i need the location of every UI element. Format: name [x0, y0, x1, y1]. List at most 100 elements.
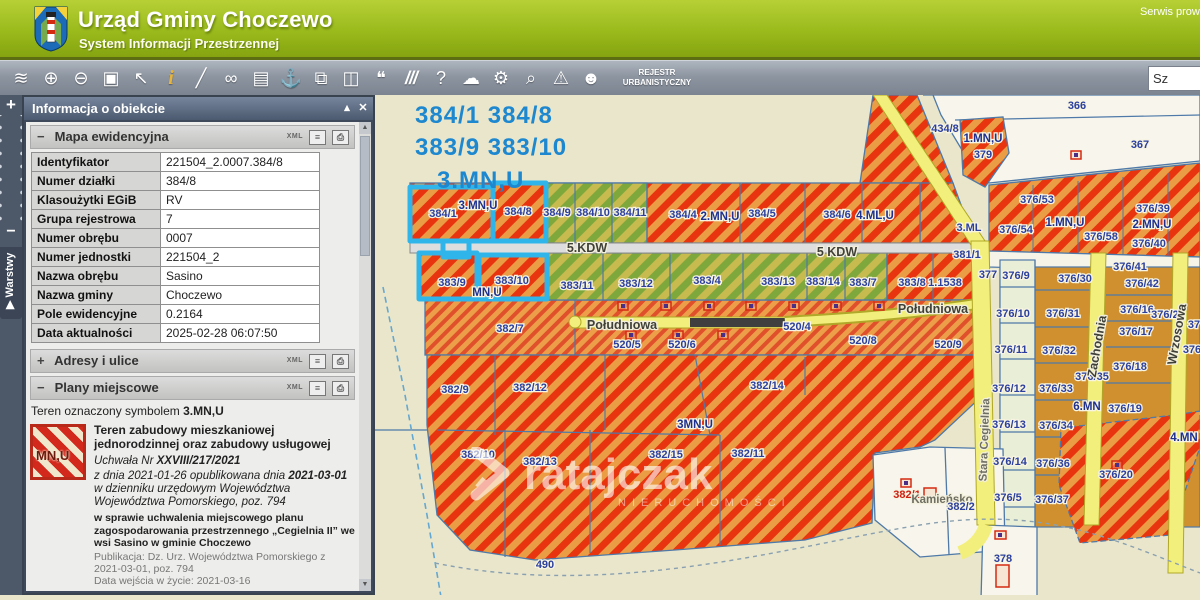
zone-label: 4.ML,U: [856, 210, 894, 222]
parcel-label: 376/9: [1002, 270, 1030, 282]
app-header: Urząd Gminy Choczewo System Informacji P…: [0, 0, 1200, 60]
scroll-up-icon[interactable]: ▲: [359, 122, 371, 134]
zoom-in-icon[interactable]: ⊕: [36, 63, 66, 93]
section-map-registry[interactable]: − Mapa ewidencyjna XML ≡ ⎙: [30, 125, 355, 149]
zoom-out-icon[interactable]: ⊖: [66, 63, 96, 93]
dock-collapse-button[interactable]: −: [0, 225, 22, 239]
parcel-label: 378: [994, 553, 1012, 565]
section-title: Plany miejscowe: [55, 380, 159, 395]
parcel-label: 383/13: [761, 276, 795, 288]
road-5kdw[interactable]: [410, 243, 973, 253]
parcel-label: 379: [974, 149, 992, 161]
parcel-label: 376/17: [1119, 326, 1153, 338]
plan-publication: Publikacja: Dz. Urz. Województwa Pomorsk…: [94, 551, 355, 575]
layout-icon[interactable]: ◫: [336, 63, 366, 93]
parcel-label: 520/5: [613, 339, 641, 351]
parcel-label: 376/54: [999, 224, 1034, 236]
parcel-label: 376/18: [1113, 361, 1147, 373]
link-icon[interactable]: ∞: [216, 63, 246, 93]
list-icon[interactable]: ≡: [309, 130, 326, 145]
xml-icon[interactable]: XML: [287, 126, 303, 148]
mnu-legend-swatch: MN,U: [30, 424, 86, 480]
info-icon[interactable]: i: [156, 63, 186, 93]
comment-icon[interactable]: ❝: [366, 63, 396, 93]
parcel-label: 520/8: [849, 335, 877, 347]
map-viewport[interactable]: 384/1 384/8383/9 383/103.MN,U384/13.MN,U…: [375, 95, 1200, 595]
parcel-label: 383/12: [619, 278, 653, 290]
table-row: Klasoużytki EGiBRV: [32, 191, 320, 210]
copy-view-icon[interactable]: ⧉: [306, 63, 336, 93]
layers-icon[interactable]: ≋: [6, 63, 36, 93]
feedback-icon[interactable]: ☻: [576, 63, 606, 93]
header-service-note: Serwis prowa: [1140, 6, 1200, 18]
parcel-label: 377: [979, 269, 997, 281]
print-icon[interactable]: ⎙: [332, 381, 349, 396]
xml-icon[interactable]: XML: [287, 377, 303, 399]
parcel-label: 382/2: [947, 501, 975, 513]
help-icon[interactable]: ?: [426, 63, 456, 93]
parcel-label: 376/13: [992, 419, 1026, 431]
layers-tab[interactable]: ▶ Warstwy: [0, 247, 22, 319]
search-input[interactable]: [1148, 66, 1200, 91]
parcel-label: 37: [1188, 319, 1200, 331]
measure-icon[interactable]: ╱: [186, 63, 216, 93]
parcel-label: 376/5: [994, 492, 1022, 504]
area-symbol-line: Teren oznaczony symbolem 3.MN,U: [31, 404, 355, 418]
pointer-icon[interactable]: ↖: [126, 63, 156, 93]
print-icon[interactable]: ⎙: [332, 130, 349, 145]
parcel-label: 434/8: [931, 123, 959, 135]
parcel-label: 382/13: [523, 456, 557, 468]
scroll-down-icon[interactable]: ▼: [359, 579, 371, 591]
panel-close-icon[interactable]: ✕: [355, 97, 371, 120]
list-icon[interactable]: ≡: [309, 354, 326, 369]
parcel-label: 384/9: [543, 207, 571, 219]
print-icon[interactable]: ⎙: [332, 354, 349, 369]
parcel-label: 376/30: [1058, 273, 1092, 285]
parcel-label: 382/10: [461, 449, 495, 461]
warning-icon[interactable]: ⚠: [546, 63, 576, 93]
parcel-label: 382/14: [750, 380, 785, 392]
urban-register-button[interactable]: REJESTR URBANISTYCZNY: [614, 68, 700, 88]
parcel-label: 376/31: [1046, 308, 1080, 320]
full-extent-icon[interactable]: ▣: [96, 63, 126, 93]
section-local-plans[interactable]: − Plany miejscowe XML ≡ ⎙: [30, 376, 355, 400]
parcel-label: 520/6: [668, 339, 696, 351]
panel-scrollbar[interactable]: ▲ ▼: [359, 122, 371, 591]
parcel-label: 383/8: [898, 277, 926, 289]
parcel-label: 384/1: [429, 208, 457, 220]
list-icon[interactable]: ≡: [309, 381, 326, 396]
panel-collapse-icon[interactable]: ▴: [339, 97, 355, 120]
panel-body: − Mapa ewidencyjna XML ≡ ⎙ Identyfikator…: [26, 122, 359, 591]
print-icon[interactable]: ▤: [246, 63, 276, 93]
measure-angle-icon[interactable]: ///: [396, 63, 426, 93]
zone-label: 4.MN: [1170, 432, 1197, 444]
choczewo-coat-of-arms: [34, 6, 68, 52]
parcel-label: 382/12: [513, 382, 547, 394]
parcel-label: 383/4: [693, 275, 721, 287]
settings-icon[interactable]: ⚙: [486, 63, 516, 93]
street-label: Południowa: [898, 302, 969, 316]
parcel-label: 383/9: [438, 277, 466, 289]
scrollbar-thumb[interactable]: [360, 136, 370, 256]
area-symbol: 3.MN,U: [183, 404, 224, 418]
xml-icon[interactable]: XML: [287, 350, 303, 372]
zone-label: 2.MN,U: [1133, 219, 1172, 231]
zone-label: 3MN,U: [677, 419, 713, 431]
panel-title: Informacja o obiekcie: [32, 101, 165, 116]
parcel-label: 384/8: [504, 206, 532, 218]
parcel-label: 376/19: [1108, 403, 1142, 415]
expand-icon[interactable]: +: [37, 350, 51, 372]
export-icon[interactable]: ⚓: [276, 63, 306, 93]
parcel-label: 384/11: [613, 207, 646, 219]
section-addresses[interactable]: + Adresy i ulice XML ≡ ⎙: [30, 349, 355, 373]
cadastral-map[interactable]: 384/1 384/8383/9 383/103.MN,U384/13.MN,U…: [375, 95, 1200, 595]
collapse-icon[interactable]: −: [37, 126, 51, 148]
zone-label: 1.MN,U: [964, 133, 1003, 145]
locate-icon[interactable]: ⌕: [516, 63, 546, 93]
dock-expand-button[interactable]: +: [0, 95, 22, 115]
collapse-icon[interactable]: −: [37, 377, 51, 399]
parcel-label: 366: [1068, 100, 1086, 112]
parcel-label: 376/53: [1020, 194, 1054, 206]
table-row: Nazwa obrębuSasino: [32, 267, 320, 286]
cloud-icon[interactable]: ☁: [456, 63, 486, 93]
